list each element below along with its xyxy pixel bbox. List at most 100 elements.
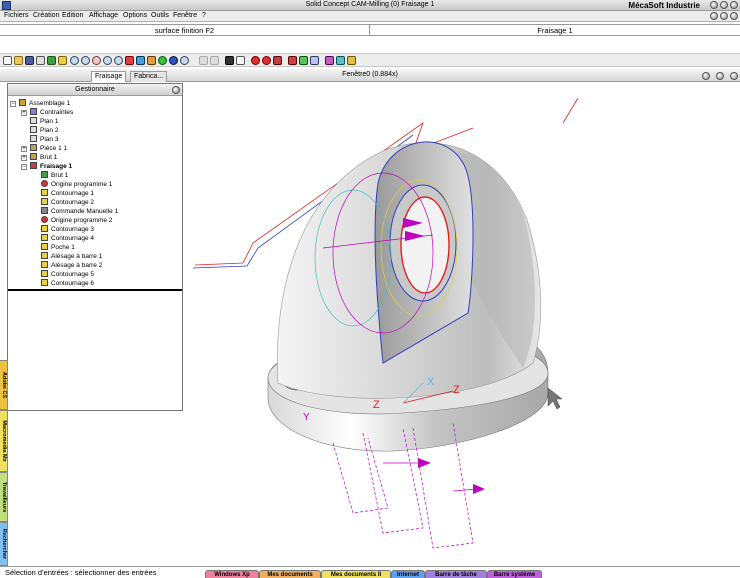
taskbar-tab-documents[interactable]: Mes documents xyxy=(259,570,321,578)
tree-item-contournage6[interactable]: Contournage 6 xyxy=(41,279,94,288)
tree-item-contournage3[interactable]: Contournage 3 xyxy=(41,225,94,234)
tree-item-poche1[interactable]: Poche 1 xyxy=(41,243,75,252)
3d-viewport[interactable]: X Y Z Z xyxy=(183,83,740,566)
menu-fenetre[interactable]: Fenêtre xyxy=(173,12,197,19)
tree-item-alesage1[interactable]: Alésage à barre 1 xyxy=(41,252,102,261)
simulate-icon[interactable] xyxy=(299,56,308,65)
menu-help[interactable]: ? xyxy=(202,12,206,19)
axis-y-label: Y xyxy=(303,412,310,423)
tree-item-contournage5[interactable]: Contournage 5 xyxy=(41,270,94,279)
cut-icon[interactable] xyxy=(58,56,67,65)
tree-item-alesage2[interactable]: Alésage à barre 2 xyxy=(41,261,102,270)
manager-close-button[interactable] xyxy=(172,86,180,94)
bore-inner xyxy=(400,196,450,294)
view-maximize-button[interactable] xyxy=(716,72,724,80)
undo-icon[interactable] xyxy=(199,56,208,65)
side-tab-adobe[interactable]: Adobe CS xyxy=(0,360,8,410)
taskbar-tab-barre-tache[interactable]: Barre de tâche xyxy=(425,570,487,578)
shade-icon[interactable] xyxy=(158,56,167,65)
expander-assemblage[interactable]: − xyxy=(10,101,16,107)
taskbar-tab-windows[interactable]: Windows Xp xyxy=(205,570,259,578)
tree-item-fraisage[interactable]: Fraisage 1 xyxy=(30,162,72,171)
stop-icon[interactable] xyxy=(262,56,271,65)
pan-icon[interactable] xyxy=(125,56,134,65)
tree-item-commande[interactable]: Commande Manuelle 1 xyxy=(41,207,118,216)
expander-fraisage[interactable]: − xyxy=(21,164,27,170)
side-tab-rechercher[interactable]: Rechercher xyxy=(0,522,8,566)
origin-icon[interactable] xyxy=(251,56,260,65)
tree-item-plan1[interactable]: Plan 1 xyxy=(30,117,58,126)
doc-maximize-button[interactable] xyxy=(720,12,728,20)
zoom-icon[interactable] xyxy=(70,56,79,65)
eraser-icon[interactable] xyxy=(336,56,345,65)
tree-item-origine2[interactable]: Origine programme 2 xyxy=(41,216,112,225)
export-icon[interactable] xyxy=(310,56,319,65)
redo-icon[interactable] xyxy=(210,56,219,65)
menu-options[interactable]: Options xyxy=(123,12,147,19)
tree-item-brut-sub[interactable]: Brut 1 xyxy=(41,171,68,180)
print-icon[interactable] xyxy=(36,56,45,65)
tool-icon[interactable] xyxy=(225,56,234,65)
zoom-out-icon[interactable] xyxy=(92,56,101,65)
taskbar-tab-barre-systeme[interactable]: Barre système xyxy=(487,570,542,578)
minimize-button[interactable] xyxy=(710,1,718,9)
expander-piece[interactable]: + xyxy=(21,146,27,152)
contour-icon xyxy=(41,234,48,241)
select-icon[interactable] xyxy=(47,56,56,65)
doc-minimize-button[interactable] xyxy=(710,12,718,20)
tree-item-brut[interactable]: Brut 1 xyxy=(30,153,57,162)
tree-item-plan3[interactable]: Plan 3 xyxy=(30,135,58,144)
side-tab-macromedia[interactable]: Macromedia Mx xyxy=(0,410,8,472)
save-icon[interactable] xyxy=(25,56,34,65)
globe-icon[interactable] xyxy=(169,56,178,65)
cad-model-view[interactable]: X Y Z Z xyxy=(183,83,740,566)
drill-icon[interactable] xyxy=(273,56,282,65)
close-button[interactable] xyxy=(730,1,738,9)
text-icon[interactable] xyxy=(236,56,245,65)
menu-edition[interactable]: Edition xyxy=(62,12,83,19)
menu-fichiers[interactable]: Fichiers xyxy=(4,12,29,19)
approach-arrow xyxy=(418,458,431,468)
view-close-button[interactable] xyxy=(730,72,738,80)
tree-item-origine1[interactable]: Origine programme 1 xyxy=(41,180,112,189)
tree-item-contraintes[interactable]: Contraintes xyxy=(30,108,73,117)
origin-icon xyxy=(41,216,48,223)
view-minimize-button[interactable] xyxy=(702,72,710,80)
doc-close-button[interactable] xyxy=(730,12,738,20)
side-tab-travailleurs[interactable]: Travailleurs xyxy=(0,472,8,522)
view-icon[interactable] xyxy=(147,56,156,65)
expander-brut[interactable]: + xyxy=(21,155,27,161)
tree-item-label: Pièce 1 1 xyxy=(40,145,68,152)
tree-item-label: Contraintes xyxy=(40,109,74,116)
contour-icon xyxy=(41,279,48,286)
highlight-icon[interactable] xyxy=(347,56,356,65)
taskbar-tab-internet[interactable]: Internet xyxy=(391,570,425,578)
tab-fabrication[interactable]: Fabrica... xyxy=(130,71,168,82)
zoom-in-icon[interactable] xyxy=(81,56,90,65)
tree-item-contournage2[interactable]: Contournage 2 xyxy=(41,198,94,207)
tab-fraisage[interactable]: Fraisage xyxy=(91,71,127,82)
rotate-icon[interactable] xyxy=(136,56,145,65)
brush-icon[interactable] xyxy=(325,56,334,65)
menu-creation[interactable]: Création xyxy=(33,12,59,19)
zoom-window-icon[interactable] xyxy=(103,56,112,65)
tree-item-label: Alésage à barre 1 xyxy=(51,253,103,260)
tree-item-piece[interactable]: Pièce 1 1 xyxy=(30,144,67,153)
tree-item-contournage4[interactable]: Contournage 4 xyxy=(41,234,94,243)
zoom-fit-icon[interactable] xyxy=(114,56,123,65)
menu-affichage[interactable]: Affichage xyxy=(89,12,118,19)
menu-outils[interactable]: Outils xyxy=(151,12,169,19)
axis-z-label: Z xyxy=(453,384,460,396)
tree-item-contournage1[interactable]: Contournage 1 xyxy=(41,189,94,198)
operation-icon[interactable] xyxy=(288,56,297,65)
taskbar-tab-documents-2[interactable]: Mes documents II xyxy=(321,570,391,578)
tree-item-plan2[interactable]: Plan 2 xyxy=(30,126,58,135)
tree-item-assemblage[interactable]: Assemblage 1 xyxy=(19,99,70,108)
search-icon[interactable] xyxy=(180,56,189,65)
contour-icon xyxy=(41,189,48,196)
new-icon[interactable] xyxy=(3,56,12,65)
taskbar-tab-label: Windows Xp xyxy=(214,572,250,578)
open-icon[interactable] xyxy=(14,56,23,65)
maximize-button[interactable] xyxy=(720,1,728,9)
expander-contraintes[interactable]: + xyxy=(21,110,27,116)
